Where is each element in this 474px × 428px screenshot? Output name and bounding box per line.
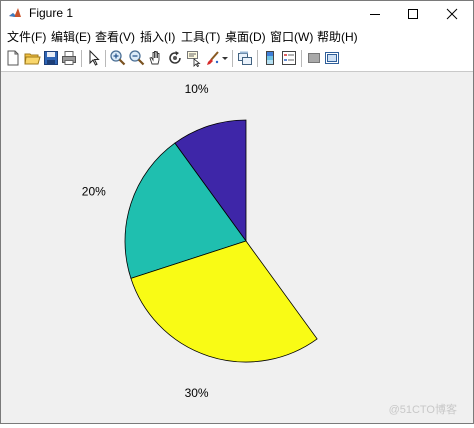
- toolbar-separator: [232, 50, 233, 67]
- menu-desktop[interactable]: 桌面(D): [225, 28, 266, 45]
- matlab-logo-icon: [9, 8, 21, 17]
- hide-plot-tools-icon[interactable]: [305, 49, 323, 67]
- toolbar-separator: [81, 50, 82, 67]
- brush-dropdown-icon[interactable]: [221, 49, 229, 67]
- legend-icon[interactable]: [280, 49, 298, 67]
- save-icon[interactable]: [42, 49, 60, 67]
- menu-insert[interactable]: 插入(I): [140, 28, 175, 45]
- menu-view[interactable]: 查看(V): [95, 28, 135, 45]
- maximize-icon: [408, 8, 418, 19]
- window-title: Figure 1: [29, 6, 74, 20]
- menu-bar: 文件(F) 编辑(E) 查看(V) 插入(I) 工具(T) 桌面(D) 窗口(W…: [1, 26, 473, 46]
- maximize-button[interactable]: [396, 1, 430, 26]
- menu-file[interactable]: 文件(F): [7, 28, 46, 45]
- data-cursor-icon[interactable]: [185, 49, 203, 67]
- brush-icon[interactable]: [204, 49, 222, 67]
- figure-toolbar: [1, 46, 473, 72]
- new-figure-icon[interactable]: [4, 49, 22, 67]
- toolbar-separator: [257, 50, 258, 67]
- pie-label-2: 20%: [82, 185, 106, 199]
- minimize-button[interactable]: [358, 1, 392, 26]
- open-file-icon[interactable]: [23, 49, 41, 67]
- toolbar-separator: [301, 50, 302, 67]
- colorbar-icon[interactable]: [261, 49, 279, 67]
- menu-help[interactable]: 帮助(H): [317, 28, 358, 45]
- pie-chart: 10% 20% 30%: [82, 82, 318, 400]
- figure-canvas[interactable]: 10% 20% 30% @51CTO博客: [1, 72, 473, 423]
- watermark-text: @51CTO博客: [388, 404, 457, 416]
- menu-edit[interactable]: 编辑(E): [51, 28, 91, 45]
- menu-window[interactable]: 窗口(W): [270, 28, 313, 45]
- pan-hand-icon[interactable]: [147, 49, 165, 67]
- print-icon[interactable]: [60, 49, 78, 67]
- edit-plot-arrow-icon[interactable]: [85, 49, 103, 67]
- close-icon: [446, 8, 458, 19]
- figure-window: Figure 1 文件(F) 编辑(E) 查看(V) 插入(I) 工具(T) 桌…: [0, 0, 474, 424]
- minimize-icon: [370, 13, 380, 15]
- close-button[interactable]: [435, 1, 469, 26]
- toolbar-separator: [105, 50, 106, 67]
- pie-label-3: 30%: [185, 386, 209, 400]
- title-bar[interactable]: Figure 1: [1, 1, 473, 26]
- rotate-3d-icon[interactable]: [166, 49, 184, 67]
- zoom-in-icon[interactable]: [109, 49, 127, 67]
- show-plot-tools-icon[interactable]: [323, 49, 341, 67]
- pie-label-1: 10%: [185, 82, 209, 96]
- link-plot-icon[interactable]: [236, 49, 254, 67]
- menu-tools[interactable]: 工具(T): [181, 28, 220, 45]
- zoom-out-icon[interactable]: [128, 49, 146, 67]
